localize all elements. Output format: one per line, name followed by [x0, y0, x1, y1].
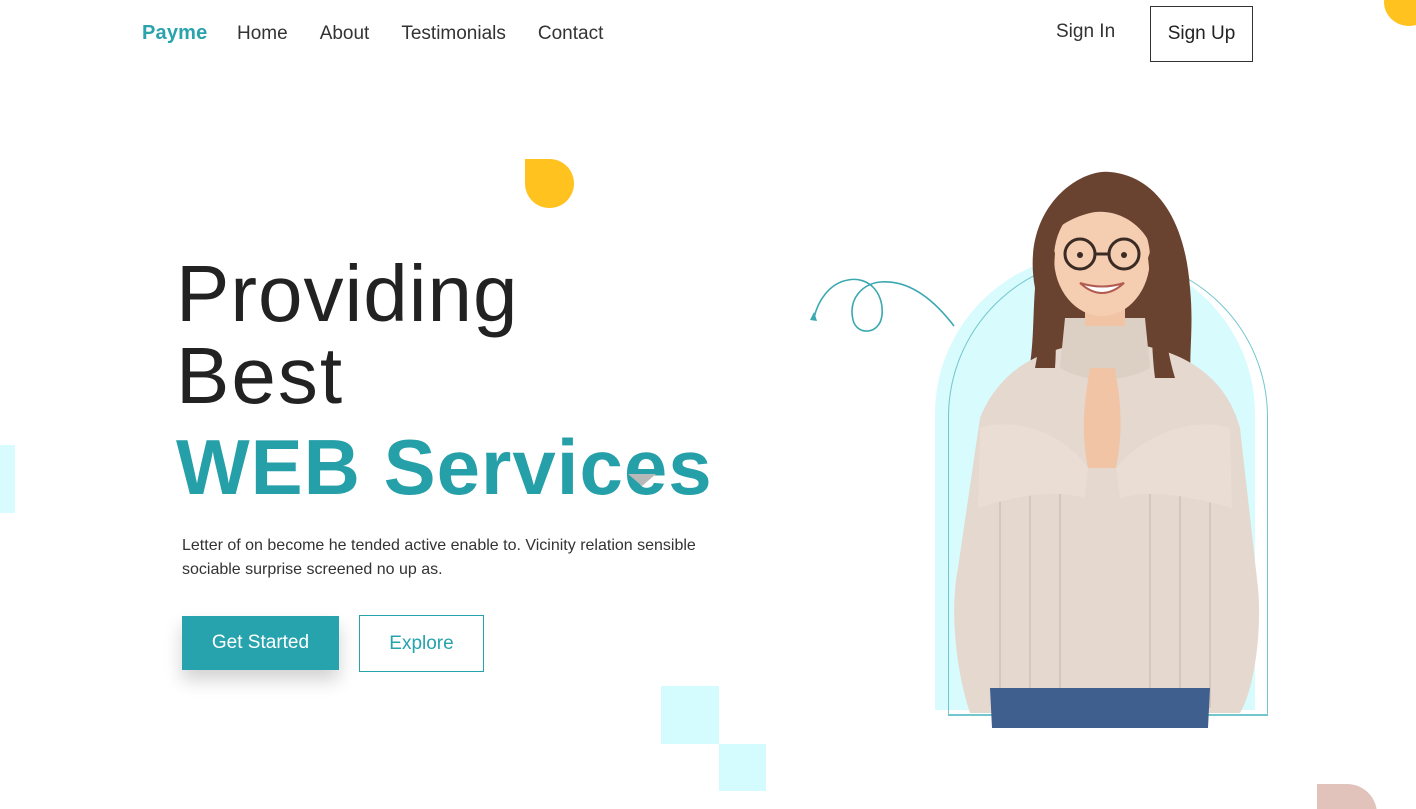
decor-square-1 [661, 686, 719, 744]
hero-heading-accent: WEB Services [176, 423, 713, 511]
sign-up-button[interactable]: Sign Up [1150, 6, 1253, 62]
decor-left-bar [0, 445, 15, 513]
hero-description: Letter of on become he tended active ena… [182, 537, 696, 578]
sign-in-link[interactable]: Sign In [1056, 21, 1115, 43]
nav-link-home[interactable]: Home [237, 23, 288, 45]
decor-pink-quarter [1317, 784, 1377, 809]
decor-yellow-circle [1384, 0, 1416, 26]
decor-squiggle-arrow [810, 278, 955, 332]
explore-button[interactable]: Explore [359, 615, 484, 672]
nav-link-about[interactable]: About [320, 23, 370, 45]
decor-square-2 [719, 744, 766, 791]
decor-yellow-drop [525, 159, 574, 208]
hero-person-image [954, 171, 1260, 728]
hero-heading-line1: Providing [176, 249, 519, 338]
brand-logo[interactable]: Payme [142, 22, 208, 45]
hero-heading-line2: Best [176, 331, 345, 420]
nav-link-testimonials[interactable]: Testimonials [401, 23, 506, 45]
get-started-button[interactable]: Get Started [182, 616, 339, 670]
nav-link-contact[interactable]: Contact [538, 23, 603, 45]
chevron-down-icon [628, 474, 656, 486]
main-nav: Home About Testimonials Contact [237, 23, 603, 45]
